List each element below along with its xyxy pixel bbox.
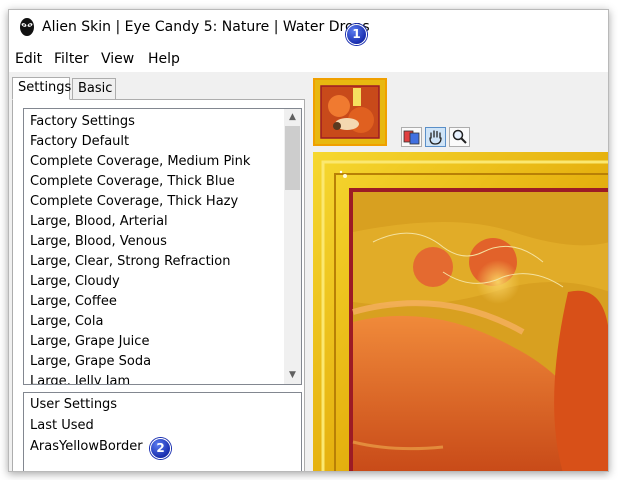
list-item[interactable]: Complete Coverage, Thick Blue: [30, 174, 235, 189]
zoom-button[interactable]: [449, 127, 470, 147]
user-settings-list[interactable]: User Settings Last Used ArasYellowBorder…: [23, 392, 302, 471]
hand-pan-button[interactable]: [425, 127, 446, 147]
preview-compare-icon: [403, 130, 420, 145]
list-item[interactable]: Large, Cloudy: [30, 274, 120, 289]
window-title: Alien Skin | Eye Candy 5: Nature | Water…: [42, 19, 370, 35]
hand-pan-icon: [429, 130, 442, 145]
list-item[interactable]: Last Used: [30, 418, 94, 433]
list-item[interactable]: Complete Coverage, Thick Hazy: [30, 194, 238, 209]
list-item[interactable]: Large, Blood, Arterial: [30, 214, 168, 229]
app-window: Alien Skin | Eye Candy 5: Nature | Water…: [8, 9, 609, 472]
list-scrollbar[interactable]: ▲ ▼: [284, 109, 301, 384]
preview-canvas[interactable]: [313, 152, 608, 471]
preview-panel: [307, 72, 608, 471]
factory-settings-list[interactable]: Factory Settings Factory Default Complet…: [23, 108, 302, 385]
settings-panel: Settings Basic Factory Settings Factory …: [9, 72, 307, 471]
tab-basic[interactable]: Basic: [72, 78, 116, 100]
chevron-up-icon[interactable]: ▲: [284, 109, 301, 126]
list-item[interactable]: Large, Grape Juice: [30, 334, 149, 349]
menu-view[interactable]: View: [101, 51, 134, 67]
scrollbar-thumb[interactable]: [285, 126, 300, 190]
list-item[interactable]: ArasYellowBorder: [30, 439, 143, 454]
alien-skin-icon: [20, 18, 34, 36]
list-item[interactable]: Large, Jelly Jam: [30, 374, 130, 384]
zoom-magnifier-icon: [452, 129, 467, 144]
preview-compare-button[interactable]: [401, 127, 422, 147]
chevron-down-icon[interactable]: ▼: [284, 367, 301, 384]
tab-settings[interactable]: Settings: [12, 77, 71, 100]
title-bar: Alien Skin | Eye Candy 5: Nature | Water…: [9, 10, 608, 45]
list-item[interactable]: Large, Blood, Venous: [30, 234, 167, 249]
thumbnail-image: [315, 80, 385, 144]
settings-tab-body: Factory Settings Factory Default Complet…: [12, 99, 305, 471]
list-item[interactable]: Large, Grape Soda: [30, 354, 151, 369]
list-item[interactable]: Factory Default: [30, 134, 129, 149]
menu-help[interactable]: Help: [148, 51, 180, 67]
annotation-badge-2: 2: [150, 438, 171, 459]
menu-filter[interactable]: Filter: [54, 51, 89, 67]
list-item[interactable]: Complete Coverage, Medium Pink: [30, 154, 250, 169]
list-item[interactable]: Large, Cola: [30, 314, 103, 329]
preview-image: [313, 152, 608, 471]
annotation-badge-1: 1: [346, 24, 367, 45]
navigator-thumbnail[interactable]: [313, 78, 387, 146]
menu-bar: Edit Filter View Help: [9, 48, 608, 70]
list-item: User Settings: [30, 397, 118, 412]
list-item: Factory Settings: [30, 114, 135, 129]
menu-edit[interactable]: Edit: [15, 51, 42, 67]
list-item[interactable]: Large, Clear, Strong Refraction: [30, 254, 230, 269]
list-item[interactable]: Large, Coffee: [30, 294, 117, 309]
